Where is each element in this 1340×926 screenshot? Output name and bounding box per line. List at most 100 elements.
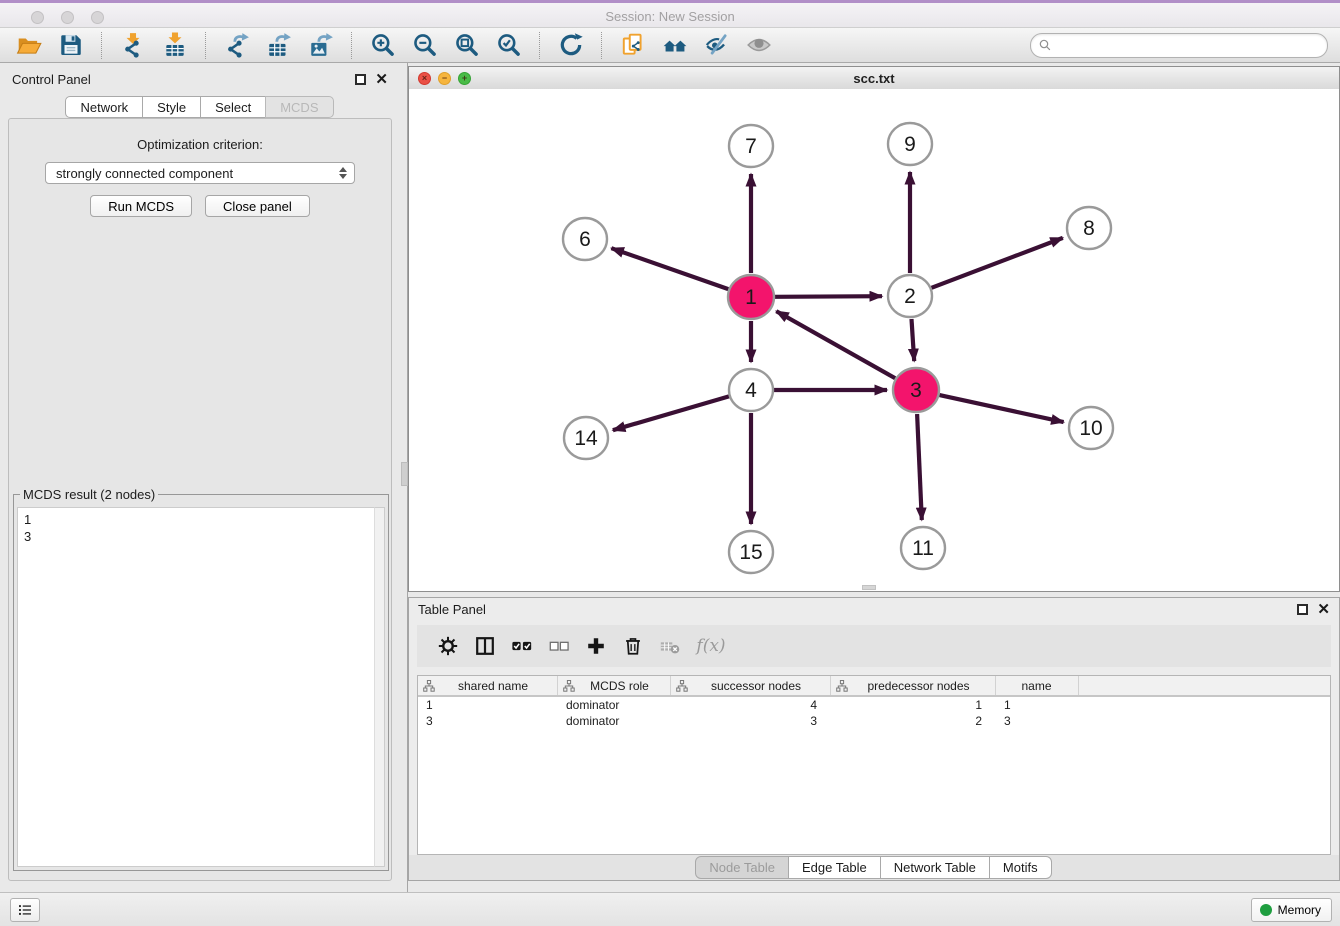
graph-node-7[interactable]: 7 (729, 125, 773, 167)
export-image-button[interactable] (300, 30, 342, 61)
zoom-out-button[interactable] (404, 30, 446, 61)
table-cell[interactable]: 3 (671, 713, 831, 729)
table-cell[interactable]: dominator (558, 713, 671, 729)
check-pair-icon (511, 635, 533, 657)
svg-text:11: 11 (912, 537, 934, 560)
graph-edge-4-14[interactable] (613, 396, 729, 430)
table-float-panel-icon[interactable] (1297, 604, 1308, 615)
table-close-panel-icon[interactable]: ✕ (1317, 604, 1330, 615)
graph-node-14[interactable]: 14 (564, 417, 608, 459)
table-cell[interactable]: dominator (558, 697, 671, 713)
vertical-splitter[interactable] (400, 63, 408, 892)
gear-button[interactable] (429, 628, 466, 664)
column-header-predecessor-nodes[interactable]: predecessor nodes (831, 676, 996, 695)
network-maximize-icon[interactable]: + (458, 72, 471, 85)
task-history-button[interactable] (10, 898, 40, 922)
network-window-title: scc.txt (409, 71, 1339, 86)
network-canvas[interactable]: 7 9 6 8 1 2 4 3 14 10 15 11 (409, 89, 1339, 591)
result-scrollbar[interactable] (374, 507, 385, 867)
tab-network-table[interactable]: Network Table (880, 856, 990, 879)
graph-edge-3-10[interactable] (940, 395, 1064, 422)
import-table-button[interactable] (154, 30, 196, 61)
split-column-button[interactable] (466, 628, 503, 664)
search-input[interactable] (1053, 35, 1327, 55)
tab-edge-table[interactable]: Edge Table (788, 856, 881, 879)
import-network-button[interactable] (112, 30, 154, 61)
network-minimize-icon[interactable]: − (438, 72, 451, 85)
network-view-window: × − + scc.txt 7 9 6 8 1 2 4 3 14 10 15 11 (408, 66, 1340, 592)
split-column-icon (474, 635, 496, 657)
zoom-selected-button[interactable] (488, 30, 530, 61)
column-header-shared-name[interactable]: shared name (418, 676, 558, 695)
memory-button[interactable]: Memory (1251, 898, 1332, 922)
tab-network[interactable]: Network (65, 96, 143, 118)
table-cell[interactable]: 3 (996, 713, 1079, 729)
graph-node-2[interactable]: 2 (888, 275, 932, 317)
toolbar-separator (601, 32, 603, 59)
import-network-icon (120, 32, 146, 58)
svg-text:10: 10 (1079, 417, 1102, 440)
table-cell[interactable]: 1 (831, 697, 996, 713)
tab-node-table[interactable]: Node Table (695, 856, 789, 879)
graph-node-10[interactable]: 10 (1069, 407, 1113, 449)
search-box[interactable] (1030, 33, 1328, 58)
graph-edge-1-6[interactable] (611, 248, 728, 289)
open-folder-icon (16, 32, 42, 58)
graph-node-3[interactable]: 3 (893, 368, 939, 412)
zoom-fit-button[interactable] (446, 30, 488, 61)
right-column: × − + scc.txt 7968124314101511 Table Pan… (408, 63, 1340, 892)
tab-motifs[interactable]: Motifs (989, 856, 1052, 879)
graph-node-8[interactable]: 8 (1067, 207, 1111, 249)
graph-edge-1-2[interactable] (775, 296, 882, 297)
close-panel-icon[interactable]: ✕ (375, 74, 388, 85)
graph-node-1[interactable]: 1 (728, 275, 774, 319)
toolbar-separator (205, 32, 207, 59)
toolbar-separator (101, 32, 103, 59)
table-cell[interactable]: 2 (831, 713, 996, 729)
tab-style[interactable]: Style (142, 96, 201, 118)
uncheck-pair-button[interactable] (540, 628, 577, 664)
graph-node-11[interactable]: 11 (901, 527, 945, 569)
trash-button[interactable] (614, 628, 651, 664)
refresh-icon (558, 32, 584, 58)
export-table-button[interactable] (258, 30, 300, 61)
plus-button[interactable] (577, 628, 614, 664)
check-pair-button[interactable] (503, 628, 540, 664)
graph-edge-3-1[interactable] (776, 311, 895, 378)
table-cell[interactable]: 3 (418, 713, 558, 729)
table-cell[interactable]: 1 (418, 697, 558, 713)
table-row[interactable]: 1dominator411 (418, 697, 1330, 713)
save-button[interactable] (50, 30, 92, 61)
graph-node-6[interactable]: 6 (563, 218, 607, 260)
tab-mcds[interactable]: MCDS (265, 96, 333, 118)
table-cell[interactable]: 1 (996, 697, 1079, 713)
export-network-button[interactable] (216, 30, 258, 61)
refresh-button[interactable] (550, 30, 592, 61)
column-header-successor-nodes[interactable]: successor nodes (671, 676, 831, 695)
open-folder-button[interactable] (8, 30, 50, 61)
graph-node-4[interactable]: 4 (729, 369, 773, 411)
zoom-in-button[interactable] (362, 30, 404, 61)
hide-eye-button[interactable] (696, 30, 738, 61)
graph-edge-2-8[interactable] (932, 238, 1063, 288)
network-close-icon[interactable]: × (418, 72, 431, 85)
show-eye-button[interactable] (738, 30, 780, 61)
graph-edge-3-11[interactable] (917, 414, 922, 520)
vertical-splitter-handle[interactable] (401, 462, 408, 486)
graph-node-15[interactable]: 15 (729, 531, 773, 573)
close-panel-button[interactable]: Close panel (205, 195, 310, 217)
column-header-name[interactable]: name (996, 676, 1079, 695)
float-panel-icon[interactable] (355, 74, 366, 85)
table-row[interactable]: 3dominator323 (418, 713, 1330, 729)
table-cell[interactable]: 4 (671, 697, 831, 713)
optimization-select[interactable]: strongly connected component (45, 162, 355, 184)
column-header-mcds-role[interactable]: MCDS role (558, 676, 671, 695)
svg-text:14: 14 (574, 427, 598, 450)
tab-select[interactable]: Select (200, 96, 266, 118)
run-mcds-button[interactable]: Run MCDS (90, 195, 192, 217)
graph-node-9[interactable]: 9 (888, 123, 932, 165)
network-hscrollbar-thumb[interactable] (862, 585, 876, 590)
graph-edge-2-3[interactable] (912, 319, 915, 361)
copy-network-button[interactable] (612, 30, 654, 61)
home-button[interactable] (654, 30, 696, 61)
